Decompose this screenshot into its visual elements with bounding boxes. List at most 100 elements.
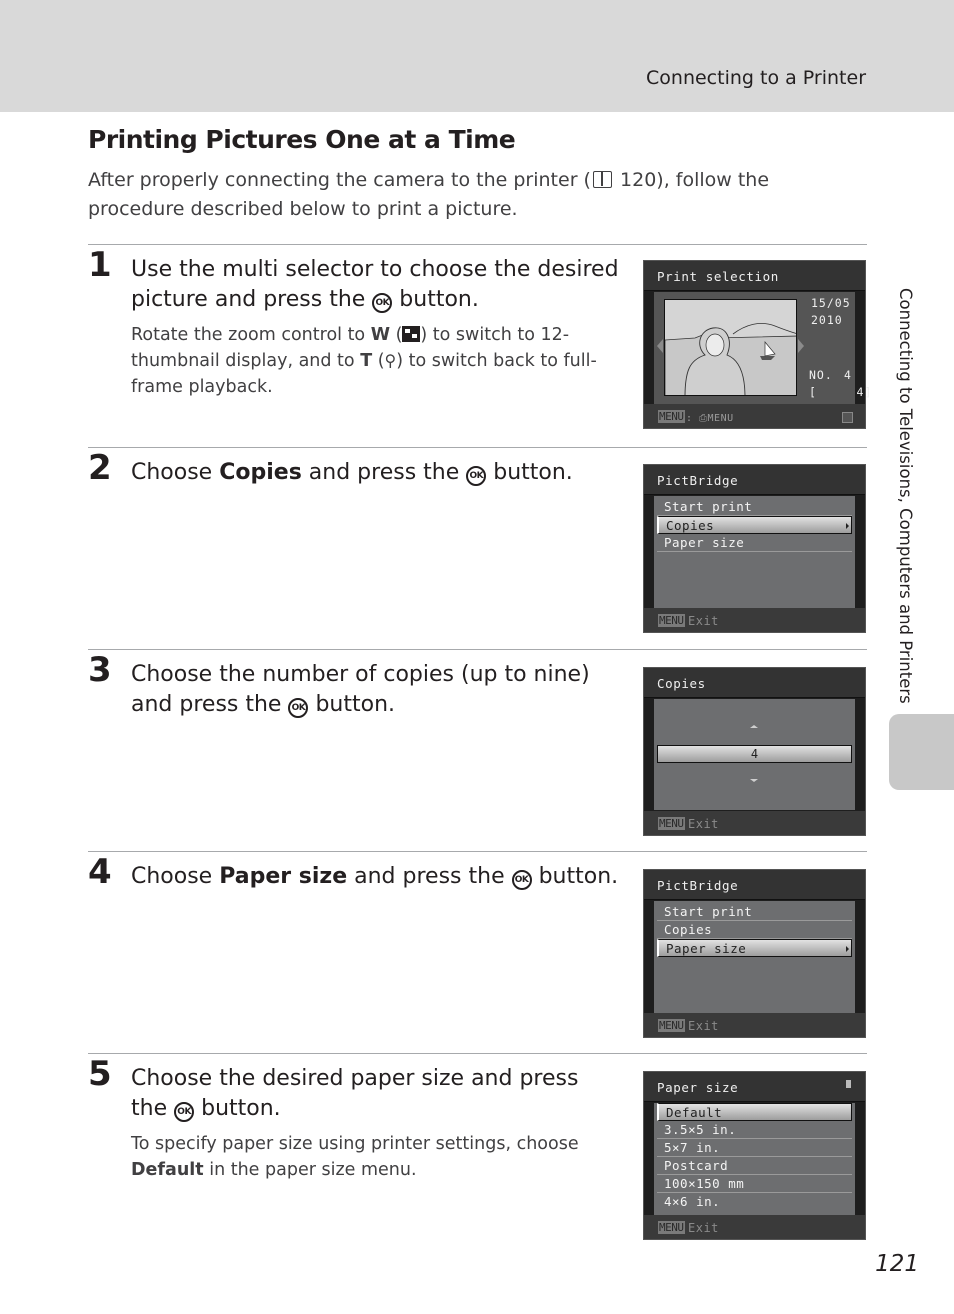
ok-button-icon: OK xyxy=(372,293,393,313)
menu-button-icon: MENU xyxy=(658,410,685,423)
step-title-text: Choose xyxy=(131,864,220,889)
section-header: Connecting to a Printer xyxy=(646,67,866,89)
zoom-w-label: W xyxy=(370,325,391,345)
menu-button-icon: MENU xyxy=(658,817,685,830)
step-title: Choose the desired paper size and press … xyxy=(131,1064,621,1124)
step-number: 5 xyxy=(88,1054,112,1094)
number-value: 4 xyxy=(844,368,852,382)
screen-title: Print selection xyxy=(657,269,779,284)
step-note: Rotate the zoom control to W () to switc… xyxy=(131,322,611,400)
screen-title: Paper size xyxy=(657,1080,739,1095)
menu-item-copies[interactable]: Copies xyxy=(657,516,852,534)
menu-item-start-print[interactable]: Start print xyxy=(657,903,852,921)
menu-item-copies[interactable]: Copies xyxy=(657,921,852,939)
menu-button-icon: MENU xyxy=(658,1221,685,1234)
note-text: Rotate the zoom control to xyxy=(131,325,371,345)
screen-footer: MENU Exit xyxy=(644,1215,865,1239)
menu-panel: Start print Copies Paper size xyxy=(654,901,855,1013)
step-title-text: and press the xyxy=(347,864,512,889)
exit-label: Exit xyxy=(688,614,719,628)
exit-label: Exit xyxy=(688,817,719,831)
step-title: Choose the number of copies (up to nine)… xyxy=(131,660,621,720)
step-title-bold: Copies xyxy=(219,460,302,485)
step-number: 2 xyxy=(88,448,112,488)
camera-screen-print-selection: Print selection 15/05 2010 NO. 4 [ 4] ME… xyxy=(643,260,871,429)
exit-label: Exit xyxy=(688,1019,719,1033)
step-title: Choose Copies and press the OK button. xyxy=(131,458,621,488)
menu-item-start-print[interactable]: Start print xyxy=(657,498,852,516)
decrease-arrow-icon[interactable] xyxy=(750,779,758,782)
screen-title: Copies xyxy=(657,676,706,691)
step-number: 3 xyxy=(88,650,112,690)
paper-size-option[interactable]: Default xyxy=(657,1103,852,1121)
step-title: Use the multi selector to choose the des… xyxy=(131,255,621,315)
note-text: in the paper size menu. xyxy=(203,1160,417,1180)
step-number: 4 xyxy=(88,852,112,892)
thumbnail-grid-icon xyxy=(842,412,853,423)
menu-item-paper-size[interactable]: Paper size xyxy=(657,939,852,957)
paper-size-option[interactable]: 4×6 in. xyxy=(657,1193,852,1211)
paper-size-option[interactable]: Postcard xyxy=(657,1157,852,1175)
menu-item-label: Paper size xyxy=(666,941,747,956)
count-value: [ 4] xyxy=(809,385,873,399)
copies-panel: 4 xyxy=(654,699,855,810)
screen-footer: MENU Exit xyxy=(644,811,865,835)
ok-button-icon: OK xyxy=(288,698,309,718)
camera-screen-pictbridge-copies: PictBridge Start print Copies Paper size… xyxy=(643,464,866,633)
step-title-text: button. xyxy=(308,692,396,717)
step-title-text: button. xyxy=(392,287,479,312)
photo-thumbnail xyxy=(664,299,797,396)
menu-button-icon: MENU xyxy=(658,614,685,627)
step-title-text: and press the xyxy=(301,460,467,485)
side-tab-label: Connecting to Televisions, Computers and… xyxy=(896,288,915,704)
page-reference-icon xyxy=(592,171,612,188)
ok-button-icon: OK xyxy=(511,870,532,890)
camera-screen-pictbridge-paper-size: PictBridge Start print Copies Paper size… xyxy=(643,869,866,1038)
camera-screen-copies: Copies 4 MENU Exit xyxy=(643,667,866,836)
menu-button-icon: MENU xyxy=(658,1019,685,1032)
screen-title: PictBridge xyxy=(657,878,739,893)
step-title-text: button. xyxy=(486,460,573,485)
screen-footer: MENU Exit xyxy=(644,608,865,632)
screen-footer: MENU : ⎙MENU xyxy=(644,404,865,428)
scroll-indicator-icon xyxy=(846,1080,851,1088)
step-note: To specify paper size using printer sett… xyxy=(131,1131,611,1183)
next-arrow-icon xyxy=(798,339,804,353)
note-text: ( xyxy=(372,351,385,371)
step-title-text: button. xyxy=(194,1096,281,1121)
increase-arrow-icon[interactable] xyxy=(750,725,758,728)
exit-label: Exit xyxy=(688,1221,719,1235)
copies-value[interactable]: 4 xyxy=(657,745,852,763)
page-number: 121 xyxy=(875,1251,919,1277)
ok-button-icon: OK xyxy=(174,1102,195,1122)
paper-size-option[interactable]: 3.5×5 in. xyxy=(657,1121,852,1139)
submenu-arrow-icon xyxy=(846,946,849,952)
note-text: To specify paper size using printer sett… xyxy=(131,1134,579,1154)
step-title-text: button. xyxy=(531,864,619,889)
step-title-text: Choose xyxy=(131,460,220,485)
number-label: NO. xyxy=(809,368,833,382)
magnify-icon: ⚲ xyxy=(384,351,397,370)
menu-item-paper-size[interactable]: Paper size xyxy=(657,534,852,552)
screen-title: PictBridge xyxy=(657,473,739,488)
submenu-arrow-icon xyxy=(846,523,849,529)
footer-label: : ⎙MENU xyxy=(686,413,734,424)
menu-item-label: Copies xyxy=(666,518,715,533)
ok-button-icon: OK xyxy=(466,466,487,486)
header-band: Connecting to a Printer xyxy=(0,0,954,112)
step-number: 1 xyxy=(88,245,112,285)
date-day-month: 15/05 xyxy=(811,296,851,310)
paper-size-option[interactable]: 100×150 mm xyxy=(657,1175,852,1193)
screen-panel: 15/05 2010 NO. 4 [ 4] xyxy=(654,292,871,405)
screen-footer: MENU Exit xyxy=(644,1013,865,1037)
note-text: ( xyxy=(390,325,403,345)
step-title-bold: Paper size xyxy=(219,864,348,889)
paper-size-option[interactable]: 5×7 in. xyxy=(657,1139,852,1157)
step-title: Choose Paper size and press the OK butto… xyxy=(131,862,621,892)
thumbnail-icon xyxy=(402,326,421,342)
paper-size-list: Default 3.5×5 in. 5×7 in. Postcard 100×1… xyxy=(654,1103,855,1215)
page-title: Printing Pictures One at a Time xyxy=(88,125,516,154)
intro-text-1: After properly connecting the camera to … xyxy=(88,169,591,191)
menu-panel: Start print Copies Paper size xyxy=(654,496,855,608)
reference-link[interactable]: 120 xyxy=(620,169,656,191)
